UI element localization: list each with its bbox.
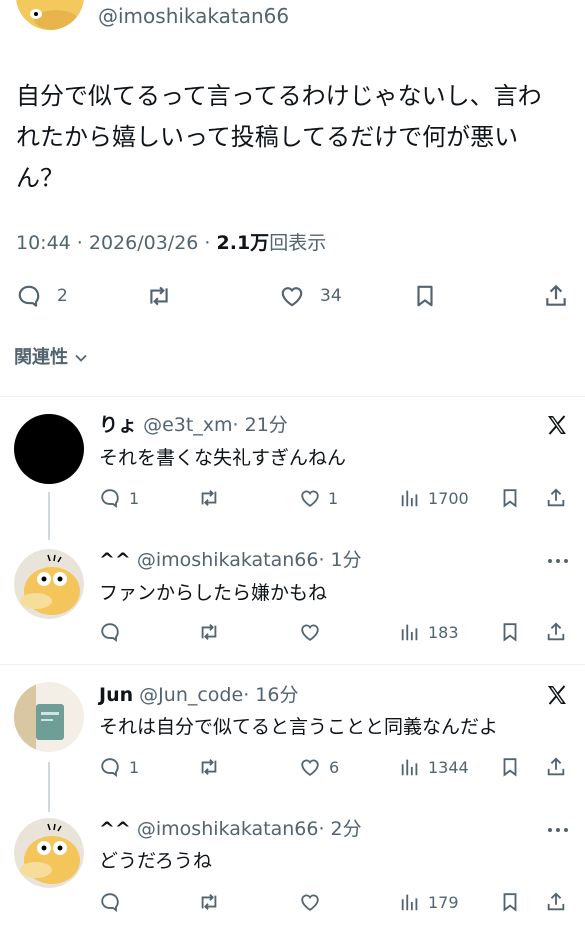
divider xyxy=(0,396,585,397)
reply-avatar[interactable] xyxy=(14,818,84,888)
main-tweet-handle[interactable]: @imoshikakatan66 xyxy=(98,2,289,30)
like-icon[interactable] xyxy=(279,283,305,309)
views-count: 179 xyxy=(428,893,459,912)
reply-author-name[interactable]: ^^ xyxy=(99,549,131,571)
share-icon[interactable] xyxy=(545,487,567,509)
main-tweet-text-line: れたから嬉しいって投稿してるだけで何が悪い xyxy=(16,123,519,151)
like-count: 34 xyxy=(320,286,342,306)
thread-line xyxy=(48,762,50,812)
share-icon[interactable] xyxy=(545,891,567,913)
views-icon[interactable] xyxy=(399,621,421,643)
main-tweet-text-line: 自分で似てるって言ってるわけじゃないし、言わ xyxy=(16,82,542,110)
like-icon[interactable] xyxy=(299,891,321,913)
reply-avatar[interactable] xyxy=(14,414,84,484)
main-tweet-meta: 10:44 · 2026/03/26 · 2.1万回表示 xyxy=(16,230,326,256)
reply-icon[interactable] xyxy=(16,283,42,309)
reply-time[interactable]: · 1分 xyxy=(318,549,361,571)
main-tweet-views-label: 回表示 xyxy=(269,232,327,254)
reply-count: 1 xyxy=(129,758,140,777)
retweet-icon[interactable] xyxy=(198,891,220,913)
reply-header: ^^ @imoshikakatan66· 1分 xyxy=(99,547,362,573)
reply-text: どうだろうね xyxy=(99,850,212,872)
reply-author-handle[interactable]: @Jun_code xyxy=(139,684,243,706)
bookmark-icon[interactable] xyxy=(499,487,521,509)
reply-time[interactable]: · 16分 xyxy=(243,684,298,706)
views-icon[interactable] xyxy=(399,756,421,778)
views-count: 1700 xyxy=(428,489,469,508)
chevron-down-icon xyxy=(74,351,88,365)
x-logo-icon xyxy=(545,683,569,707)
bookmark-icon[interactable] xyxy=(499,891,521,913)
reply-author-handle[interactable]: @e3t_xm xyxy=(143,414,232,436)
views-icon[interactable] xyxy=(399,891,421,913)
reply-icon[interactable] xyxy=(99,756,121,778)
more-icon[interactable] xyxy=(546,556,570,566)
reply-icon[interactable] xyxy=(99,891,121,913)
share-icon[interactable] xyxy=(545,621,567,643)
reply-avatar[interactable] xyxy=(14,549,84,619)
thread-line xyxy=(48,492,50,540)
share-icon[interactable] xyxy=(543,283,569,309)
reply-count: 2 xyxy=(57,286,68,306)
reply-header: Jun @Jun_code· 16分 xyxy=(99,682,298,708)
relevance-filter[interactable]: 関連性 xyxy=(14,346,88,370)
reply-author-name[interactable]: ^^ xyxy=(99,818,131,840)
reply-author-name[interactable]: りょ xyxy=(99,414,137,436)
reply-avatar[interactable] xyxy=(14,682,84,752)
main-tweet-views-count: 2.1万 xyxy=(216,232,270,254)
reply-text: それを書くな失礼すぎんねん xyxy=(99,447,347,469)
share-icon[interactable] xyxy=(545,756,567,778)
reply-author-name[interactable]: Jun xyxy=(99,684,133,706)
like-icon[interactable] xyxy=(299,621,321,643)
retweet-icon[interactable] xyxy=(146,283,172,309)
retweet-icon[interactable] xyxy=(198,621,220,643)
like-count: 1 xyxy=(328,489,339,508)
reply-icon[interactable] xyxy=(99,487,121,509)
reply-time[interactable]: · 2分 xyxy=(318,818,361,840)
bookmark-icon[interactable] xyxy=(499,756,521,778)
reply-author-handle[interactable]: @imoshikakatan66 xyxy=(137,818,319,840)
reply-count: 1 xyxy=(129,489,140,508)
retweet-icon[interactable] xyxy=(198,756,220,778)
main-tweet-avatar[interactable] xyxy=(16,0,84,30)
main-tweet-text: 自分で似てるって言ってるわけじゃないし、言わ れたから嬉しいって投稿してるだけで… xyxy=(16,76,542,199)
bookmark-icon[interactable] xyxy=(499,621,521,643)
relevance-label: 関連性 xyxy=(14,347,68,368)
views-count: 1344 xyxy=(428,758,469,777)
more-icon[interactable] xyxy=(546,825,570,835)
like-icon[interactable] xyxy=(299,487,321,509)
main-tweet-text-line: ん？ xyxy=(16,164,64,192)
reply-author-handle[interactable]: @imoshikakatan66 xyxy=(137,549,319,571)
reply-text: ファンからしたら嫌かもね xyxy=(99,582,328,604)
bookmark-icon[interactable] xyxy=(412,283,438,309)
retweet-icon[interactable] xyxy=(198,487,220,509)
reply-time[interactable]: · 21分 xyxy=(233,414,288,436)
views-icon[interactable] xyxy=(399,487,421,509)
x-logo-icon xyxy=(545,413,569,437)
views-count: 183 xyxy=(428,623,459,642)
like-icon[interactable] xyxy=(299,756,321,778)
reply-header: りょ @e3t_xm· 21分 xyxy=(99,412,288,438)
reply-header: ^^ @imoshikakatan66· 2分 xyxy=(99,816,362,842)
reply-text: それは自分で似てると言うことと同義なんだよ xyxy=(99,716,499,738)
reply-icon[interactable] xyxy=(99,621,121,643)
divider xyxy=(0,664,585,665)
main-tweet-time[interactable]: 10:44 · 2026/03/26 · xyxy=(16,232,217,254)
like-count: 6 xyxy=(329,758,340,777)
